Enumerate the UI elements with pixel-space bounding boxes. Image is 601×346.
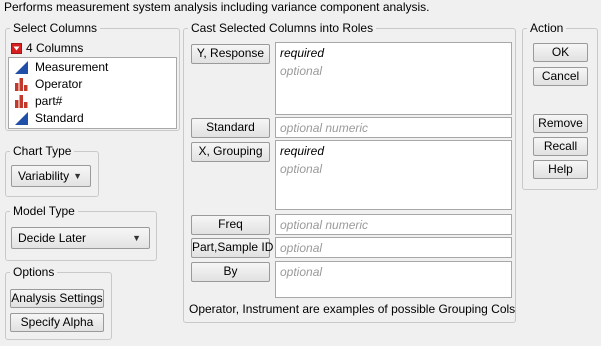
optional-hint: optional [280,64,323,78]
required-hint: required [280,46,325,60]
dialog-description: Performs measurement system analysis inc… [4,0,430,14]
options-title: Options [10,265,58,279]
model-type-panel: Model Type Decide Later ▼ [5,204,157,261]
chart-type-panel: Chart Type Variability ▼ [5,144,99,197]
column-name: Standard [35,111,84,125]
chevron-down-icon: ▼ [132,233,141,243]
part-sample-id-button[interactable]: Part,Sample ID [191,238,273,258]
continuous-icon [15,61,28,74]
column-name: part# [35,94,63,108]
chevron-down-icon: ▼ [73,171,82,181]
column-name: Operator [35,77,83,91]
freq-button[interactable]: Freq [191,215,270,235]
required-hint: required [280,144,325,158]
by-button[interactable]: By [191,262,270,282]
x-grouping-role-box[interactable]: required optional [275,140,512,210]
chart-type-title: Chart Type [10,144,75,158]
y-response-button[interactable]: Y, Response [191,44,270,64]
chart-type-value: Variability [18,169,70,183]
action-title: Action [527,21,567,35]
analysis-settings-button[interactable]: Analysis Settings [10,289,104,308]
help-button[interactable]: Help [533,160,588,179]
standard-button[interactable]: Standard [191,118,270,138]
continuous-icon [15,112,28,125]
optional-hint: optional [280,162,323,176]
nominal-icon [15,78,28,91]
y-response-role-box[interactable]: required optional [275,42,512,115]
remove-button[interactable]: Remove [533,114,588,133]
model-type-value: Decide Later [18,231,87,245]
nominal-icon [15,95,28,108]
disclosure-triangle-icon[interactable] [11,43,22,54]
x-grouping-button[interactable]: X, Grouping [191,142,270,162]
select-columns-title: Select Columns [10,21,101,35]
grouping-hint: Operator, Instrument are examples of pos… [189,302,516,316]
columns-list[interactable]: Measurement Operator part# Standard [8,57,177,129]
cast-roles-panel: Cast Selected Columns into Roles Y, Resp… [183,21,516,323]
optional-hint: optional [280,265,323,279]
part-sample-id-role-box[interactable]: optional [275,237,512,258]
model-type-title: Model Type [10,204,78,218]
options-panel: Options Analysis Settings Specify Alpha [5,265,112,340]
freq-role-box[interactable]: optional numeric [275,214,512,235]
action-panel: Action OK Cancel Remove Recall Help [522,21,598,190]
optional-hint: optional [280,241,323,255]
column-name: Measurement [35,60,109,74]
columns-count-label: 4 Columns [26,41,84,55]
ok-button[interactable]: OK [533,43,588,62]
standard-role-box[interactable]: optional numeric [275,117,512,138]
by-role-box[interactable]: optional [275,261,512,298]
cast-roles-title: Cast Selected Columns into Roles [188,21,377,35]
specify-alpha-button[interactable]: Specify Alpha [10,313,104,332]
select-columns-panel: Select Columns 4 Columns Measurement Ope… [5,21,180,131]
optional-numeric-hint: optional numeric [280,121,369,135]
recall-button[interactable]: Recall [533,137,588,156]
optional-numeric-hint: optional numeric [280,218,369,232]
cancel-button[interactable]: Cancel [533,67,588,86]
model-type-select[interactable]: Decide Later ▼ [11,227,150,249]
chart-type-select[interactable]: Variability ▼ [11,165,91,187]
